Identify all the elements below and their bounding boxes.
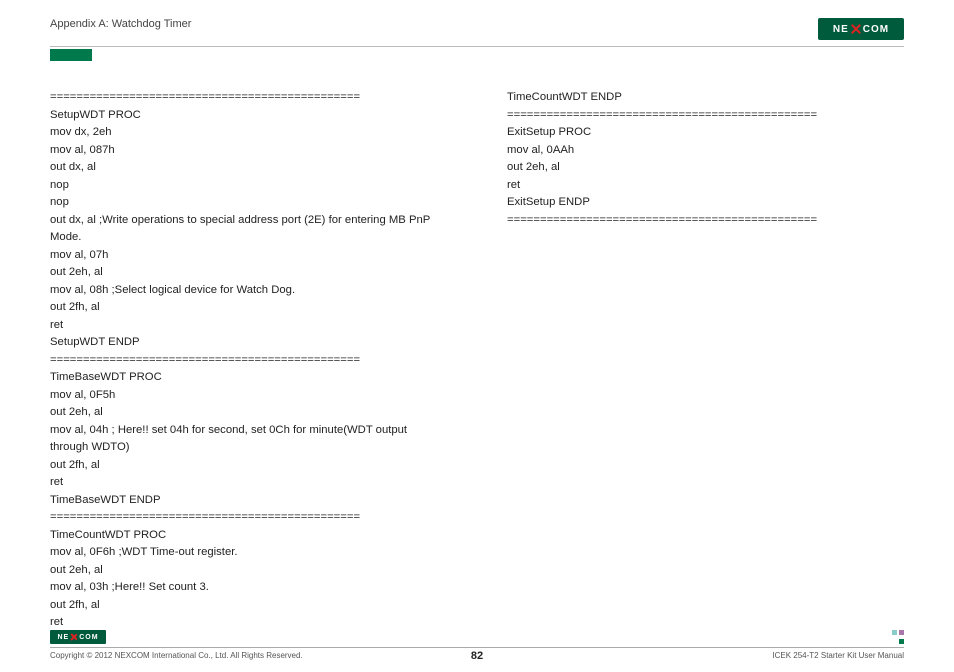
code-line: ========================================… bbox=[50, 89, 447, 107]
code-line: TimeCountWDT PROC bbox=[50, 527, 447, 545]
code-line: nop bbox=[50, 194, 447, 212]
page-header: Appendix A: Watchdog Timer NE COM bbox=[50, 18, 904, 40]
code-line: out 2eh, al bbox=[50, 562, 447, 580]
footer-corner-marks bbox=[892, 630, 904, 644]
header-accent-bar bbox=[50, 49, 92, 61]
nexcom-logo-bottom: NE COM bbox=[50, 630, 106, 644]
code-line: ========================================… bbox=[50, 509, 447, 527]
code-line: mov dx, 2eh bbox=[50, 124, 447, 142]
footer-row: Copyright © 2012 NEXCOM International Co… bbox=[50, 651, 904, 660]
header-rule bbox=[50, 46, 904, 47]
square-icon bbox=[899, 630, 904, 635]
code-column-right: TimeCountWDT ENDP=======================… bbox=[507, 89, 904, 632]
code-line: out 2fh, al bbox=[50, 299, 447, 317]
code-line: mov al, 0F5h bbox=[50, 387, 447, 405]
code-line: ExitSetup ENDP bbox=[507, 194, 904, 212]
square-icon bbox=[899, 639, 904, 644]
code-line: out 2fh, al bbox=[50, 457, 447, 475]
code-column-left: ========================================… bbox=[50, 89, 447, 632]
code-line: mov al, 03h ;Here!! Set count 3. bbox=[50, 579, 447, 597]
code-line: TimeBaseWDT PROC bbox=[50, 369, 447, 387]
code-line: ExitSetup PROC bbox=[507, 124, 904, 142]
code-line: ret bbox=[50, 474, 447, 492]
page-footer: NE COM Copyright © 2012 NEXCOM Internati… bbox=[50, 647, 904, 660]
code-line: mov al, 0F6h ;WDT Time-out register. bbox=[50, 544, 447, 562]
appendix-title: Appendix A: Watchdog Timer bbox=[50, 18, 191, 30]
code-line: SetupWDT PROC bbox=[50, 107, 447, 125]
code-line: TimeBaseWDT ENDP bbox=[50, 492, 447, 510]
code-line: out 2fh, al bbox=[50, 597, 447, 615]
code-line: SetupWDT ENDP bbox=[50, 334, 447, 352]
code-line: ret bbox=[50, 614, 447, 632]
code-line: mov al, 04h ; Here!! set 04h for second,… bbox=[50, 422, 447, 457]
code-line: nop bbox=[50, 177, 447, 195]
content-area: ========================================… bbox=[50, 89, 904, 632]
code-line: mov al, 087h bbox=[50, 142, 447, 160]
logo-text-right: COM bbox=[863, 24, 889, 35]
nexcom-logo-top: NE COM bbox=[818, 18, 904, 40]
code-line: ========================================… bbox=[50, 352, 447, 370]
logo-text-left: NE bbox=[833, 24, 849, 35]
code-line: mov al, 07h bbox=[50, 247, 447, 265]
code-line: ret bbox=[50, 317, 447, 335]
code-line: mov al, 08h ;Select logical device for W… bbox=[50, 282, 447, 300]
page-number: 82 bbox=[471, 650, 483, 662]
code-line: TimeCountWDT ENDP bbox=[507, 89, 904, 107]
code-line: out dx, al ;Write operations to special … bbox=[50, 212, 447, 247]
square-icon bbox=[892, 630, 897, 635]
logo-text-right: COM bbox=[79, 634, 98, 641]
x-icon bbox=[850, 23, 862, 35]
logo-text-left: NE bbox=[57, 634, 69, 641]
code-line: mov al, 0AAh bbox=[507, 142, 904, 160]
code-line: out 2eh, al bbox=[507, 159, 904, 177]
code-line: ========================================… bbox=[507, 212, 904, 230]
manual-title: ICEK 254-T2 Starter Kit User Manual bbox=[772, 651, 904, 660]
copyright-text: Copyright © 2012 NEXCOM International Co… bbox=[50, 651, 303, 660]
code-line: ========================================… bbox=[507, 107, 904, 125]
x-icon bbox=[70, 633, 78, 641]
code-line: out 2eh, al bbox=[50, 404, 447, 422]
footer-rule: NE COM bbox=[50, 647, 904, 648]
code-line: ret bbox=[507, 177, 904, 195]
code-line: out 2eh, al bbox=[50, 264, 447, 282]
code-line: out dx, al bbox=[50, 159, 447, 177]
